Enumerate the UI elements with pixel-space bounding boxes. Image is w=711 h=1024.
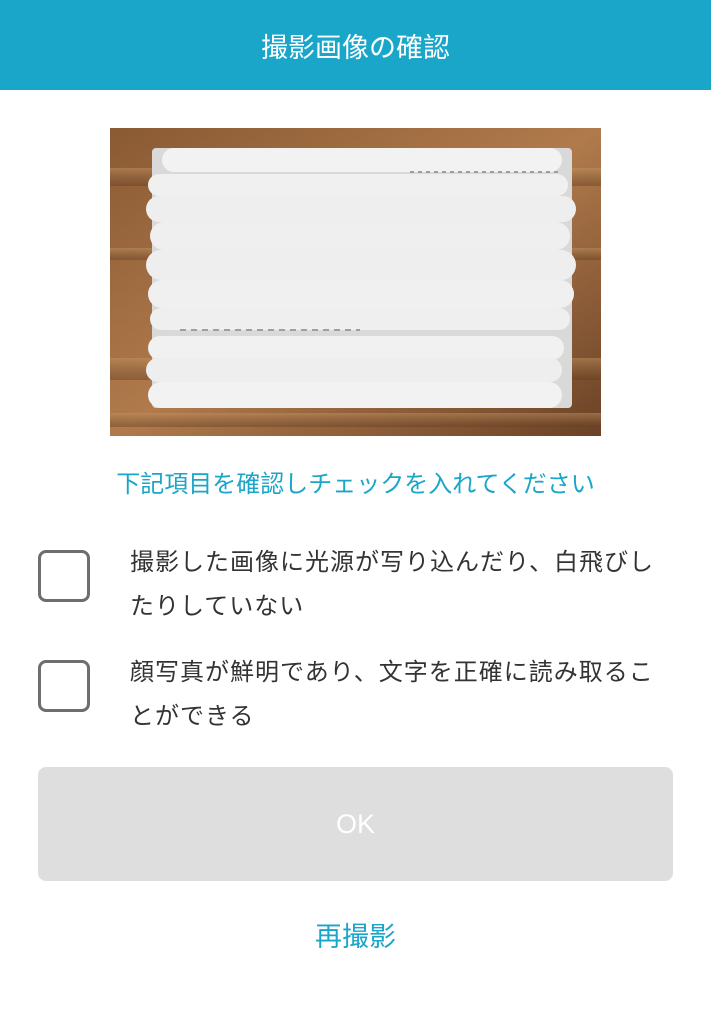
check-item-no-glare[interactable]: 撮影した画像に光源が写り込んだり、白飛びしたりしていない	[38, 540, 678, 630]
checkbox-readable[interactable]	[38, 660, 90, 712]
page-title: 撮影画像の確認	[261, 32, 450, 64]
instruction-text: 下記項目を確認しチェックを入れてください	[116, 470, 595, 498]
check-label-readable: 顔写真が鮮明であり、文字を正確に読み取ることができる	[130, 658, 654, 730]
card-photo-image	[110, 128, 601, 436]
check-item-readable[interactable]: 顔写真が鮮明であり、文字を正確に読み取ることができる	[38, 650, 678, 740]
check-label-no-glare: 撮影した画像に光源が写り込んだり、白飛びしたりしていない	[130, 548, 655, 620]
captured-photo	[110, 128, 601, 436]
checkbox-no-glare[interactable]	[38, 550, 90, 602]
ok-button[interactable]: OK	[38, 767, 673, 881]
retake-link[interactable]: 再撮影	[0, 918, 711, 958]
header-bar: 撮影画像の確認	[0, 0, 711, 90]
